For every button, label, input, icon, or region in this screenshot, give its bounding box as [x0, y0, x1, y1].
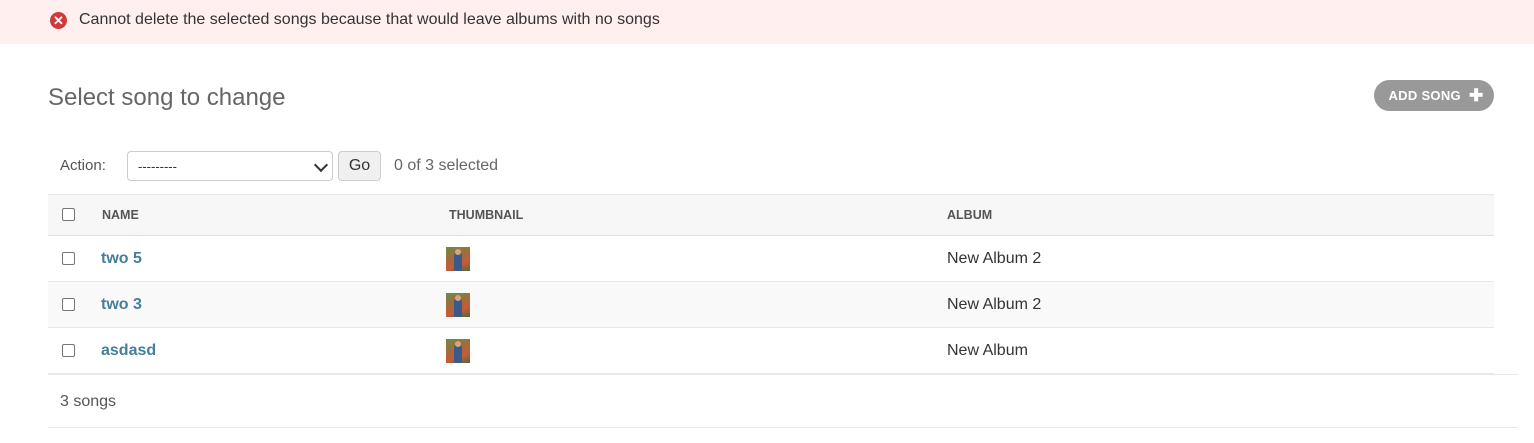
action-label: Action:	[60, 157, 106, 174]
song-name-link[interactable]: two 5	[101, 250, 142, 267]
table-row: two 3 New Album 2	[48, 281, 1494, 328]
column-header-thumbnail[interactable]: THUMBNAIL	[449, 194, 947, 236]
paginator: 3 songs	[48, 374, 1518, 428]
add-song-button[interactable]: ADD SONG ✚	[1374, 80, 1494, 111]
column-header-name[interactable]: NAME	[101, 194, 449, 236]
name-cell: asdasd	[101, 327, 449, 374]
album-text: New Album 2	[947, 295, 1042, 313]
error-message-text: Cannot delete the selected songs because…	[79, 11, 660, 28]
album-cell: New Album 2	[947, 281, 1494, 328]
row-checkbox-cell	[48, 235, 101, 282]
table-row: two 5 New Album 2	[48, 235, 1494, 282]
album-cell: New Album	[947, 327, 1494, 374]
plus-icon: ✚	[1468, 86, 1484, 105]
row-checkbox[interactable]	[62, 252, 75, 265]
table-header-row: NAME THUMBNAIL ALBUM	[48, 194, 1494, 236]
thumbnail-cell	[446, 235, 947, 282]
row-checkbox[interactable]	[62, 344, 75, 357]
column-header-album[interactable]: ALBUM	[947, 194, 1494, 236]
select-all-header	[48, 194, 101, 236]
row-checkbox-cell	[48, 327, 101, 374]
page-title: Select song to change	[48, 84, 286, 111]
result-count: 3 songs	[60, 393, 117, 410]
name-cell: two 3	[101, 281, 449, 328]
album-text: New Album	[947, 341, 1028, 359]
selection-counter: 0 of 3 selected	[394, 157, 499, 174]
chevron-down-icon	[313, 157, 329, 173]
row-checkbox-cell	[48, 281, 101, 328]
name-cell: two 5	[101, 235, 449, 282]
song-thumbnail-image	[446, 338, 470, 363]
table-row: asdasd New Album	[48, 327, 1494, 374]
song-name-link[interactable]: two 3	[101, 296, 142, 313]
action-selected-option: ---------	[138, 158, 177, 174]
go-button[interactable]: Go	[338, 151, 381, 181]
album-cell: New Album 2	[947, 235, 1494, 282]
add-song-label: ADD SONG	[1388, 88, 1461, 103]
select-all-checkbox[interactable]	[62, 207, 75, 221]
error-message-bar: ✕ Cannot delete the selected songs becau…	[0, 0, 1534, 44]
thumbnail-cell	[446, 281, 947, 328]
song-name-link[interactable]: asdasd	[101, 342, 156, 359]
action-select[interactable]: ---------	[127, 151, 333, 181]
error-circle-icon: ✕	[50, 12, 67, 29]
results-table: NAME THUMBNAIL ALBUM two 5 New Album 2 t…	[48, 194, 1494, 374]
results-table-wrapper: NAME THUMBNAIL ALBUM two 5 New Album 2 t…	[48, 194, 1494, 374]
row-checkbox[interactable]	[62, 298, 75, 311]
song-thumbnail-image	[446, 246, 470, 271]
song-thumbnail-image	[446, 292, 470, 317]
album-text: New Album 2	[947, 249, 1042, 267]
thumbnail-cell	[446, 327, 947, 374]
